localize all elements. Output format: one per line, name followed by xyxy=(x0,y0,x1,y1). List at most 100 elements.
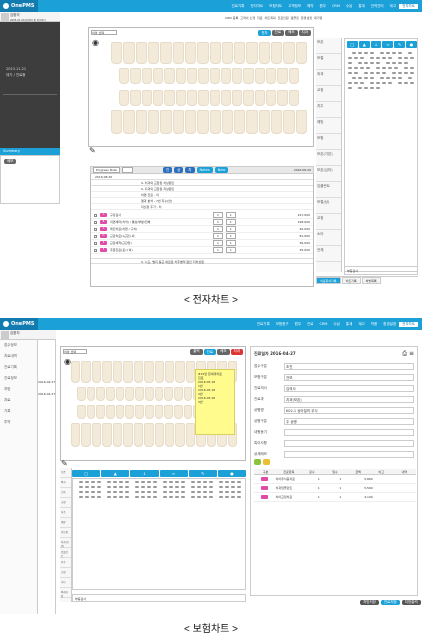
treatment-tag[interactable] xyxy=(398,77,402,79)
pen-tool-icon-2[interactable]: ✎ xyxy=(188,470,217,477)
rx-row[interactable]: D 근관치료(1근관) 외 1 1 81,000 xyxy=(91,233,313,240)
treatment-tag[interactable] xyxy=(410,72,414,74)
treatment-tag[interactable] xyxy=(366,67,370,69)
tooth[interactable] xyxy=(288,68,299,84)
rx-days[interactable]: 1 xyxy=(225,226,236,232)
treatment-tag[interactable] xyxy=(376,82,380,84)
treatment-tag[interactable] xyxy=(382,72,386,74)
treatment-tag[interactable] xyxy=(191,486,195,488)
edit-icon[interactable]: ✎ xyxy=(89,146,96,155)
treatment-tag[interactable] xyxy=(370,82,374,84)
action-link[interactable]: 고객이 소개 xyxy=(240,16,255,20)
category-item[interactable]: 치주 xyxy=(60,558,71,568)
tooth[interactable] xyxy=(152,90,164,106)
treatment-tag[interactable] xyxy=(386,62,390,64)
treatment-tag[interactable] xyxy=(360,57,364,59)
memo-button[interactable]: 메모 xyxy=(4,159,17,164)
treatment-tag[interactable] xyxy=(388,82,392,84)
rx-days[interactable]: 1 xyxy=(225,233,236,239)
tooth[interactable] xyxy=(119,68,130,84)
lower-teeth-inner[interactable] xyxy=(119,90,299,106)
treatment-tag[interactable] xyxy=(354,67,358,69)
rx-row[interactable]: E 근관세척(근관당) 1 1 36,000 xyxy=(91,240,313,247)
tooth[interactable] xyxy=(288,90,299,106)
treatment-tag[interactable] xyxy=(135,486,139,488)
rx-days[interactable]: 1 xyxy=(225,240,236,246)
tooth[interactable] xyxy=(198,68,209,84)
tooth[interactable] xyxy=(243,68,254,84)
treatment-tag[interactable] xyxy=(113,486,117,488)
tooth[interactable] xyxy=(86,405,96,419)
treatment-tag[interactable] xyxy=(352,77,356,79)
treatment-tag[interactable] xyxy=(225,486,229,488)
treatment-tag[interactable] xyxy=(358,77,362,79)
treatment-tag[interactable] xyxy=(203,486,207,488)
tooth[interactable] xyxy=(115,405,125,419)
tooth[interactable] xyxy=(209,42,221,64)
treatment-tag[interactable] xyxy=(175,481,179,483)
category-item[interactable]: 보험 xyxy=(316,134,341,150)
tooth[interactable] xyxy=(133,361,144,383)
tab-clinic-2[interactable]: 진료 xyxy=(203,349,217,355)
tooth[interactable] xyxy=(175,90,186,106)
treatment-tag[interactable] xyxy=(191,491,195,493)
action-link[interactable]: CRM 등록 xyxy=(225,16,238,20)
treatment-tag[interactable] xyxy=(237,481,241,483)
progress-select[interactable]: Progress Note xyxy=(93,167,120,173)
form-button[interactable]: 진료저장 xyxy=(380,600,400,605)
tooth[interactable] xyxy=(144,405,154,419)
rx-tab-1[interactable] xyxy=(254,459,262,465)
treatment-tag[interactable] xyxy=(404,82,408,84)
category-item[interactable]: 교정 xyxy=(316,86,341,102)
treatment-tag[interactable] xyxy=(147,486,151,488)
tooth[interactable] xyxy=(144,387,154,401)
treatment-tag[interactable] xyxy=(392,72,396,74)
treatment-tag[interactable] xyxy=(197,481,201,483)
treatment-tag[interactable] xyxy=(169,496,173,498)
tooth[interactable] xyxy=(175,423,185,447)
tooth[interactable] xyxy=(283,42,295,64)
field-input[interactable]: 치과(보존) xyxy=(284,396,414,403)
tooth[interactable] xyxy=(184,42,197,64)
category-item[interactable]: 예방 xyxy=(60,518,71,528)
tooth[interactable] xyxy=(183,405,193,419)
treatment-tag[interactable] xyxy=(237,491,241,493)
treatment-tag[interactable] xyxy=(382,82,386,84)
treatment-tag[interactable] xyxy=(135,496,139,498)
treatment-tag[interactable] xyxy=(141,496,145,498)
treatment-tag[interactable] xyxy=(79,491,83,493)
rx-select[interactable] xyxy=(254,477,276,481)
category-item[interactable]: 교정 xyxy=(316,214,341,230)
tooth[interactable] xyxy=(221,110,234,134)
treatment-tag[interactable] xyxy=(382,67,386,69)
rx-row[interactable]: F 주문진료(표시 외) 1 1 35,000 xyxy=(91,247,313,254)
rx-row[interactable]: B 치면세마(치석) / 통상/부분/전체 1 1 198,000 xyxy=(91,219,313,226)
treatment-tag[interactable] xyxy=(352,52,356,54)
treatment-tag[interactable] xyxy=(398,72,402,74)
rx-check[interactable] xyxy=(94,220,97,224)
treatment-tag[interactable] xyxy=(141,491,145,493)
treatment-tag[interactable] xyxy=(153,496,157,498)
tooth[interactable] xyxy=(125,387,135,401)
treatment-tag[interactable] xyxy=(370,72,374,74)
treatment-tag[interactable] xyxy=(113,481,117,483)
rx-days[interactable]: 1 xyxy=(225,219,236,225)
field-input[interactable]: K02.1 상아질의 우식 xyxy=(284,407,414,414)
treatment-tag[interactable] xyxy=(392,62,396,64)
tooth[interactable] xyxy=(152,68,164,84)
treatment-tag[interactable] xyxy=(107,481,111,483)
menu-item[interactable]: 보험청구 xyxy=(273,322,292,327)
bridge-tool-icon[interactable]: ≈ xyxy=(382,41,394,48)
treatment-tag[interactable] xyxy=(181,486,185,488)
category-item[interactable]: 보존(심미) xyxy=(316,166,341,182)
treatment-tag[interactable] xyxy=(79,496,83,498)
treatment-tag[interactable] xyxy=(392,77,396,79)
footer-tab[interactable]: 치료회차기록 xyxy=(316,277,341,284)
tooth[interactable] xyxy=(115,387,125,401)
tooth[interactable] xyxy=(81,423,91,447)
rx-qty[interactable]: 1 xyxy=(213,247,223,253)
treatment-tag[interactable] xyxy=(354,57,358,59)
upper-teeth[interactable] xyxy=(111,42,307,64)
menu-item[interactable]: 재고 xyxy=(387,4,399,9)
category-item[interactable]: 예방 xyxy=(316,118,341,134)
